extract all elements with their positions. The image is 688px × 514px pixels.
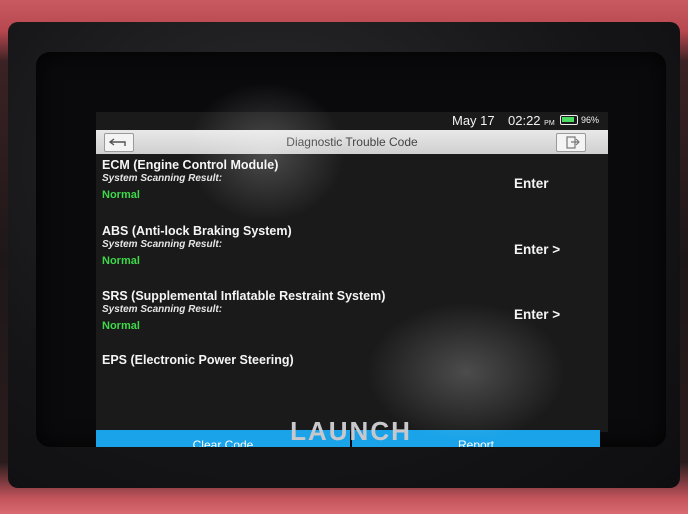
exit-button[interactable] [556,133,586,152]
scan-result-label: System Scanning Result: [102,304,223,315]
status-date: May 17 [452,113,495,128]
device-screen: May 17 02:22 PM 96% Diagnostic Trouble C… [36,52,666,447]
battery-percent: 96% [581,115,600,125]
enter-button[interactable]: Enter > [514,307,560,322]
scan-result-status: Normal [102,189,140,201]
list-item[interactable]: EPS (Electronic Power Steering) [96,353,608,372]
system-name: EPS (Electronic Power Steering) [102,353,294,367]
list-item[interactable]: SRS (Supplemental Inflatable Restraint S… [96,289,608,353]
list-item[interactable]: ECM (Engine Control Module) System Scann… [96,158,608,222]
scan-result-status: Normal [102,255,140,267]
app-window: May 17 02:22 PM 96% Diagnostic Trouble C… [96,112,608,447]
system-name: SRS (Supplemental Inflatable Restraint S… [102,289,386,303]
battery-icon [560,115,578,125]
title-bar: Diagnostic Trouble Code [96,130,608,154]
exit-icon [566,136,580,149]
scan-result-label: System Scanning Result: [102,173,223,184]
battery-level-fill [562,117,575,122]
brand-logo: LAUNCH [290,416,412,446]
scan-result-label: System Scanning Result: [102,239,223,250]
list-item[interactable]: ABS (Anti-lock Braking System) System Sc… [96,224,608,288]
scan-result-status: Normal [102,320,140,332]
system-name: ABS (Anti-lock Braking System) [102,224,292,238]
status-time: 02:22 PM [508,113,555,128]
enter-button[interactable]: Enter > [514,242,560,257]
page-title: Diagnostic Trouble Code [286,135,418,149]
enter-button[interactable]: Enter [514,176,549,191]
system-list: ECM (Engine Control Module) System Scann… [96,156,608,372]
system-name: ECM (Engine Control Module) [102,158,279,172]
status-bar: May 17 02:22 PM 96% [96,112,608,128]
